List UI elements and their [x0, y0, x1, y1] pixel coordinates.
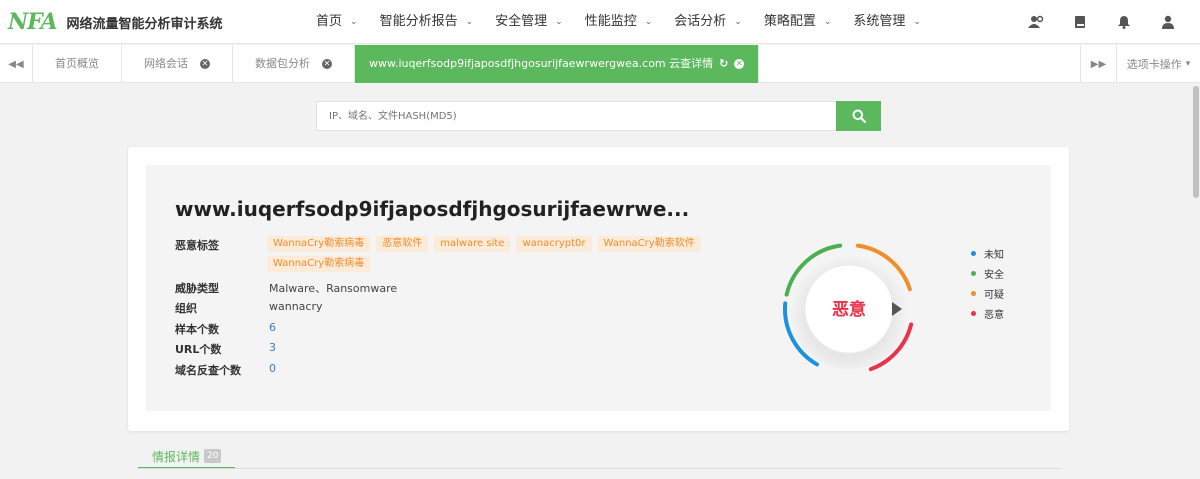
tags-label: 恶意标签 — [175, 239, 219, 252]
legend-label: 可疑 — [984, 289, 1004, 301]
threat-type-label: 威胁类型 — [175, 282, 219, 295]
bell-icon[interactable] — [1102, 0, 1146, 44]
book-icon[interactable] — [1058, 0, 1102, 44]
tag-badge: WannaCry勒索病毒 — [267, 236, 371, 252]
close-icon[interactable]: ✕ — [200, 59, 210, 69]
nav-item-label: 策略配置 — [763, 14, 816, 29]
sample-count-label: 样本个数 — [175, 323, 219, 336]
tab-intel-details[interactable]: 情报详情 20 — [138, 445, 236, 469]
tab-list: 首页概览 网络会话 ✕ 数据包分析 ✕ www.iuqerfsodp9ifjapos… — [33, 45, 760, 83]
reverse-domain-count-link[interactable]: 0 — [269, 362, 276, 375]
legend-dot — [971, 270, 976, 276]
user-settings-icon[interactable] — [1014, 0, 1058, 44]
legend-label: 安全 — [984, 269, 1004, 281]
search-button[interactable] — [836, 101, 881, 131]
verdict-label: 恶意 — [832, 299, 866, 320]
nav-item-home[interactable]: 首页 ⌄ — [305, 0, 369, 44]
chevron-down-icon: ⌄ — [465, 17, 474, 27]
section-divider — [138, 468, 1061, 469]
double-chevron-right-icon[interactable]: ▶▶ — [1080, 45, 1116, 83]
legend-item-safe: 安全 — [971, 263, 1004, 283]
legend-label: 未知 — [984, 249, 1004, 261]
nav-item-label: 性能监控 — [584, 14, 637, 29]
chevron-down-icon: ⌄ — [555, 17, 563, 27]
nav-item-policy[interactable]: 策略配置 ⌄ — [753, 0, 843, 44]
tag-badge: wanacrypt0r — [516, 236, 592, 252]
legend-dot — [971, 290, 976, 296]
main-nav: 首页 ⌄ 智能分析报告 ⌄ 安全管理 ⌄ 性能监控 ⌄ 会话分析 ⌄ 策略配置 ⌄ 系统管理… — [305, 0, 932, 44]
legend-item-suspicious: 可疑 — [971, 283, 1004, 303]
nav-item-system[interactable]: 系统管理 ⌄ — [842, 0, 932, 44]
nav-item-label: 系统管理 — [853, 14, 906, 29]
tab-network-session[interactable]: 网络会话 ✕ — [122, 45, 233, 83]
malicious-tags: WannaCry勒索病毒 恶意软件 malware site wanacrypt… — [267, 236, 737, 276]
tab-packet-analysis[interactable]: 数据包分析 ✕ — [233, 45, 355, 83]
close-icon[interactable]: ✕ — [322, 59, 332, 69]
tag-badge: malware site — [434, 236, 511, 252]
nav-item-security[interactable]: 安全管理 ⌄ — [484, 0, 574, 44]
tab-cloud-detail[interactable]: www.iuqerfsodp9ifjaposdfjhgosurijfaewrwe… — [355, 45, 760, 83]
search-box — [316, 101, 836, 131]
nav-item-label: 智能分析报告 — [379, 14, 458, 29]
tab-operations-label: 选项卡操作 — [1126, 58, 1182, 71]
top-icons — [1014, 0, 1190, 44]
gauge-legend: 未知 安全 可疑 恶意 — [971, 243, 1004, 323]
chevron-down-icon: ⌄ — [823, 17, 832, 27]
organization-value: wannacry — [269, 300, 323, 313]
chevron-down-icon: ⌄ — [913, 17, 921, 27]
threat-type-value: Malware、Ransomware — [269, 282, 398, 295]
legend-dot — [971, 310, 976, 316]
tab-label: 首页概览 — [55, 57, 99, 70]
logo-mark: NFA — [8, 9, 58, 35]
scrollbar-thumb[interactable] — [1193, 86, 1199, 198]
chevron-down-icon: ⌄ — [644, 17, 653, 27]
chevron-down-icon: ⌄ — [734, 17, 742, 27]
url-count-label: URL个数 — [175, 343, 222, 356]
search-input[interactable] — [317, 102, 836, 130]
caret-down-icon: ▾ — [1185, 59, 1191, 69]
tab-label: www.iuqerfsodp9ifjaposdfjhgosurijfaewrwe… — [369, 57, 714, 70]
chevron-down-icon: ⌄ — [350, 17, 358, 27]
refresh-icon[interactable]: ↻ — [719, 45, 728, 83]
user-icon[interactable] — [1146, 0, 1190, 44]
close-icon[interactable]: ✕ — [734, 59, 745, 69]
nav-item-session[interactable]: 会话分析 ⌄ — [663, 0, 753, 44]
url-count-link[interactable]: 3 — [269, 341, 276, 354]
organization-label: 组织 — [175, 302, 197, 315]
detail-card: www.iuqerfsodp9ifjaposdfjhgosurijfaewrwe… — [128, 147, 1069, 431]
page-scrollbar[interactable] — [1192, 84, 1200, 479]
search-icon — [852, 109, 866, 123]
nav-item-smart-report[interactable]: 智能分析报告 ⌄ — [369, 0, 485, 44]
tag-badge: WannaCry勒索病毒 — [267, 256, 371, 272]
legend-item-malicious: 恶意 — [971, 303, 1004, 323]
section-tab-label: 情报详情 — [152, 449, 201, 464]
app-logo[interactable]: NFA 网络流量智能分析审计系统 — [8, 8, 223, 36]
app-title: 网络流量智能分析审计系统 — [66, 16, 223, 32]
tab-home-overview[interactable]: 首页概览 — [33, 45, 122, 83]
threat-gauge: 恶意 — [776, 236, 922, 382]
nav-item-performance[interactable]: 性能监控 ⌄ — [574, 0, 664, 44]
nav-item-label: 会话分析 — [674, 14, 727, 29]
nav-item-label: 安全管理 — [495, 14, 548, 29]
legend-label: 恶意 — [984, 309, 1004, 321]
top-bar: NFA 网络流量智能分析审计系统 首页 ⌄ 智能分析报告 ⌄ 安全管理 ⌄ 性能监控 ⌄… — [0, 0, 1200, 44]
tab-label: 网络会话 — [144, 57, 188, 70]
tab-bar: ◀◀ 首页概览 网络会话 ✕ 数据包分析 ✕ www.iuqerfsodp9ifja… — [0, 45, 1200, 83]
legend-item-unknown: 未知 — [971, 243, 1004, 263]
sample-count-link[interactable]: 6 — [269, 321, 276, 334]
tag-badge: 恶意软件 — [376, 236, 429, 252]
domain-title: www.iuqerfsodp9ifjaposdfjhgosurijfaewrwe… — [175, 197, 690, 221]
reverse-domain-count-label: 域名反查个数 — [175, 364, 241, 377]
tab-label: 数据包分析 — [255, 57, 310, 70]
tag-badge: WannaCry勒索软件 — [597, 236, 701, 252]
nav-item-label: 首页 — [316, 14, 343, 29]
count-badge: 20 — [204, 449, 222, 463]
double-chevron-left-icon[interactable]: ◀◀ — [0, 45, 33, 83]
legend-dot — [971, 250, 976, 256]
tab-operations-dropdown[interactable]: 选项卡操作 ▾ — [1116, 45, 1200, 83]
